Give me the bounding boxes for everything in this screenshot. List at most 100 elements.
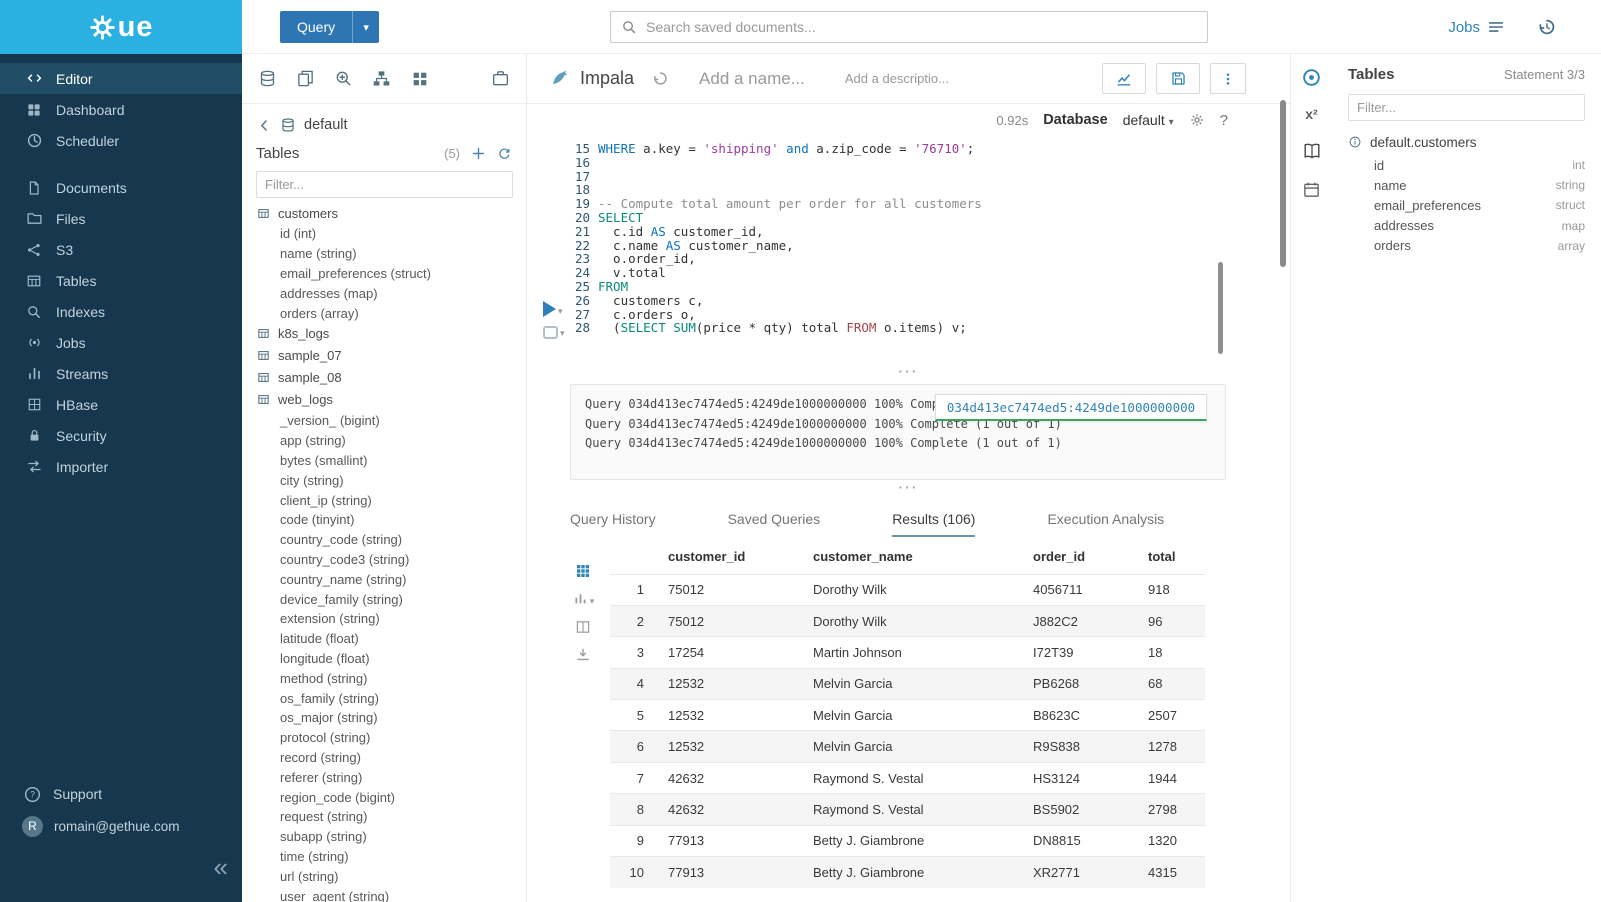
grid-view-icon[interactable] [575, 562, 592, 579]
tree-column[interactable]: country_name (string) [242, 569, 526, 589]
tree-column[interactable]: code (tinyint) [242, 510, 526, 530]
sidebar-item-s3[interactable]: S3 [0, 234, 242, 265]
new-query-button[interactable]: Query ▾ [280, 11, 379, 43]
tree-column[interactable]: country_code3 (string) [242, 550, 526, 570]
database-dropdown[interactable]: default ▾ [1123, 112, 1174, 128]
refresh-icon[interactable] [497, 146, 512, 161]
table-row[interactable]: 742632Raymond S. VestalHS31241944 [610, 762, 1205, 793]
tree-column[interactable]: addresses (map) [242, 283, 526, 303]
tree-column[interactable]: longitude (float) [242, 649, 526, 669]
download-icon[interactable] [575, 646, 592, 663]
tree-column[interactable]: device_family (string) [242, 589, 526, 609]
tab-execution-analysis[interactable]: Execution Analysis [1047, 511, 1164, 537]
documents-assist-icon[interactable] [296, 69, 315, 88]
databases-icon[interactable] [258, 69, 277, 88]
chevron-left-icon[interactable] [256, 117, 272, 133]
tree-column[interactable]: os_family (string) [242, 688, 526, 708]
sidebar-item-jobs[interactable]: Jobs [0, 327, 242, 358]
tree-column[interactable]: request (string) [242, 807, 526, 827]
editor-log-resize-handle[interactable]: ··· [527, 366, 1290, 376]
sidebar-item-streams[interactable]: Streams [0, 358, 242, 389]
sidebar-item-editor[interactable]: Editor [0, 63, 242, 94]
sidebar-item-tables[interactable]: Tables [0, 265, 242, 296]
table-filter-input[interactable] [256, 171, 513, 198]
save-button[interactable] [1156, 63, 1200, 94]
sidebar-item-documents[interactable]: Documents [0, 172, 242, 203]
run-query-button[interactable] [543, 301, 556, 317]
tree-table-customers[interactable]: customers [242, 202, 526, 224]
tree-column[interactable]: name (string) [242, 244, 526, 264]
tree-column[interactable]: _version_ (bigint) [242, 411, 526, 431]
query-history-icon[interactable] [1537, 17, 1557, 37]
column-item[interactable]: namestring [1348, 175, 1585, 195]
tree-column[interactable]: id (int) [242, 224, 526, 244]
language-reference-icon[interactable] [1301, 140, 1322, 161]
tree-column[interactable]: app (string) [242, 431, 526, 451]
column-header[interactable]: customer_id [660, 540, 805, 574]
table-row[interactable]: 317254Martin JohnsonI72T3918 [610, 637, 1205, 668]
sidebar-item-security[interactable]: Security [0, 420, 242, 451]
editor-scrollbar[interactable] [1218, 262, 1223, 354]
sidebar-collapse-button[interactable]: « [214, 854, 226, 880]
code-editor[interactable]: 1516171819202122232425262728 WHERE a.key… [527, 136, 1290, 368]
assistant-icon[interactable] [1301, 67, 1322, 88]
table-row[interactable]: 1077913Betty J. GiambroneXR27714315 [610, 857, 1205, 888]
apps-grid-icon[interactable] [410, 69, 429, 88]
support-link[interactable]: ? Support [0, 778, 242, 810]
sidebar-item-hbase[interactable]: HBase [0, 389, 242, 420]
tree-column[interactable]: extension (string) [242, 609, 526, 629]
tree-column[interactable]: orders (array) [242, 303, 526, 323]
search-input[interactable] [646, 19, 1197, 35]
explain-button[interactable] [543, 326, 558, 339]
sidebar-item-dashboard[interactable]: Dashboard [0, 94, 242, 125]
table-row[interactable]: 842632Raymond S. VestalBS59022798 [610, 794, 1205, 825]
active-table-row[interactable]: default.customers [1348, 129, 1585, 155]
sidebar-item-importer[interactable]: Importer [0, 451, 242, 482]
table-row[interactable]: 412532Melvin GarciaPB626868 [610, 668, 1205, 699]
tree-column[interactable]: email_preferences (struct) [242, 264, 526, 284]
columns-view-icon[interactable] [575, 618, 592, 635]
run-options-caret-icon[interactable]: ▾ [558, 306, 563, 317]
main-scrollbar[interactable] [1280, 100, 1286, 267]
column-header[interactable]: total [1140, 540, 1205, 574]
table-row[interactable]: 175012Dorothy Wilk4056711918 [610, 574, 1205, 605]
sidebar-item-scheduler[interactable]: Scheduler [0, 125, 242, 156]
tree-column[interactable]: region_code (bigint) [242, 787, 526, 807]
chart-button[interactable] [1102, 63, 1146, 94]
tree-column[interactable]: subapp (string) [242, 827, 526, 847]
table-row[interactable]: 275012Dorothy WilkJ882C296 [610, 605, 1205, 636]
query-id-popover[interactable]: 034d413ec7474ed5:4249de1000000000 [935, 394, 1207, 421]
query-id-link[interactable]: 034d413ec7474ed5:4249de1000000000 [947, 400, 1195, 415]
column-item[interactable]: email_preferencesstruct [1348, 195, 1585, 215]
tree-column[interactable]: method (string) [242, 668, 526, 688]
tree-column[interactable]: city (string) [242, 470, 526, 490]
sidebar-item-indexes[interactable]: Indexes [0, 296, 242, 327]
tab-saved-queries[interactable]: Saved Queries [728, 511, 821, 537]
tree-column[interactable]: client_ip (string) [242, 490, 526, 510]
explain-options-caret-icon[interactable]: ▾ [560, 328, 565, 339]
settings-gear-icon[interactable] [1189, 112, 1205, 128]
info-icon[interactable] [1348, 135, 1362, 149]
tree-column[interactable]: latitude (float) [242, 629, 526, 649]
tree-column[interactable]: referer (string) [242, 767, 526, 787]
schedule-icon[interactable] [1301, 179, 1322, 200]
right-filter-input[interactable] [1348, 94, 1585, 121]
user-menu[interactable]: R romain@gethue.com [0, 810, 242, 842]
table-row[interactable]: 612532Melvin GarciaR9S8381278 [610, 731, 1205, 762]
column-item[interactable]: idint [1348, 155, 1585, 175]
tree-column[interactable]: country_code (string) [242, 530, 526, 550]
column-item[interactable]: addressesmap [1348, 216, 1585, 236]
database-breadcrumb[interactable]: default [242, 104, 526, 135]
zoom-plus-icon[interactable] [334, 69, 353, 88]
tree-column[interactable]: user_agent (string) [242, 886, 526, 902]
help-icon[interactable]: ? [1220, 112, 1228, 129]
tree-table-web_logs[interactable]: web_logs [242, 389, 526, 411]
tree-column[interactable]: os_major (string) [242, 708, 526, 728]
query-name-field[interactable]: Add a name... [699, 69, 805, 89]
hue-logo[interactable]: ue [0, 0, 242, 54]
tree-table-k8s_logs[interactable]: k8s_logs [242, 323, 526, 345]
chart-options-caret-icon[interactable]: ▾ [590, 596, 595, 607]
query-dropdown-caret[interactable]: ▾ [352, 11, 379, 43]
tree-column[interactable]: url (string) [242, 866, 526, 886]
tree-table-sample_07[interactable]: sample_07 [242, 345, 526, 367]
